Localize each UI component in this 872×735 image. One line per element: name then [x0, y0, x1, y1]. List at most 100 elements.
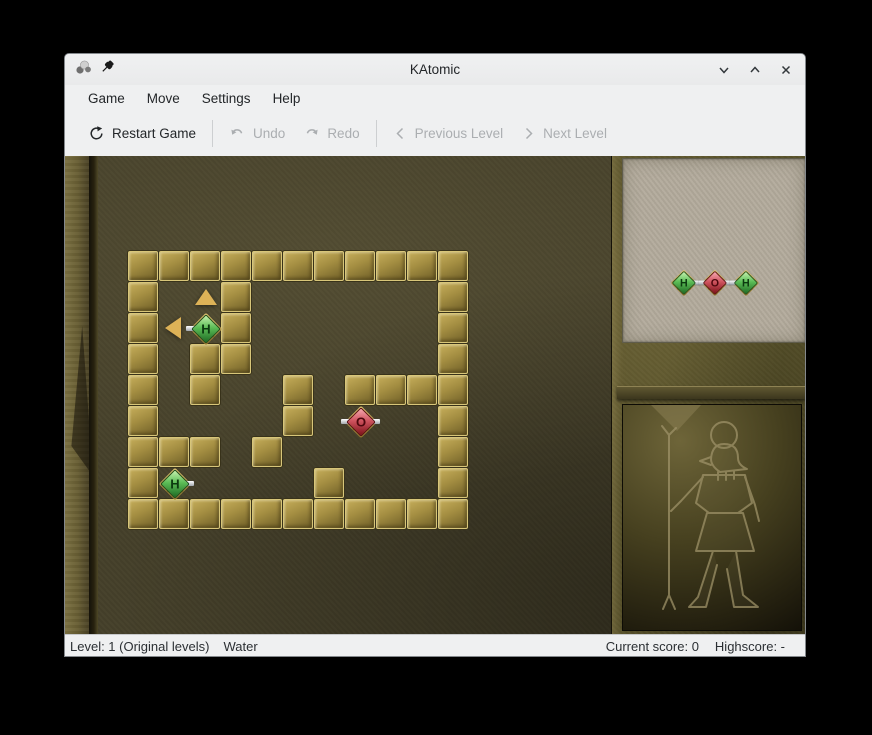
app-molecule-icon — [75, 59, 92, 80]
game-area: H O H — [65, 156, 805, 634]
wall-tile — [159, 251, 189, 281]
wall-tile — [221, 499, 251, 529]
atom-diamond: H — [191, 314, 221, 344]
wall-tile — [438, 437, 468, 467]
board: H O H — [65, 156, 805, 634]
wall-tile — [221, 344, 251, 374]
restart-game-button[interactable]: Restart Game — [79, 119, 205, 148]
wall-tile — [438, 251, 468, 281]
toolbar-separator — [212, 120, 213, 147]
atom-o[interactable]: O — [345, 406, 376, 437]
next-level-button[interactable]: Next Level — [512, 120, 616, 147]
atom-h[interactable]: H — [159, 468, 190, 499]
redo-icon — [303, 125, 320, 142]
wall-tile — [407, 375, 437, 405]
wall-tile — [128, 282, 158, 312]
wall-tile — [438, 406, 468, 436]
previous-level-label: Previous Level — [415, 126, 504, 141]
katomic-window: KAtomic — [64, 53, 806, 657]
wall-tile — [438, 344, 468, 374]
wall-tile — [438, 375, 468, 405]
wall-tile — [407, 251, 437, 281]
window-title: KAtomic — [65, 62, 805, 77]
highscore: Highscore: - — [715, 639, 785, 654]
wall-tile — [252, 499, 282, 529]
undo-button[interactable]: Undo — [220, 119, 294, 148]
wall-tile — [345, 251, 375, 281]
menu-settings[interactable]: Settings — [191, 88, 262, 109]
wall-tile — [128, 468, 158, 498]
restart-icon — [88, 125, 105, 142]
pin-icon[interactable] — [101, 60, 116, 80]
current-score: Current score: 0 — [606, 639, 699, 654]
undo-icon — [229, 125, 246, 142]
wall-tile — [159, 437, 189, 467]
wall-tile — [128, 251, 158, 281]
chevron-left-icon — [393, 126, 408, 141]
menu-game[interactable]: Game — [77, 88, 136, 109]
wall-tile — [438, 313, 468, 343]
wall-tile — [376, 375, 406, 405]
maximize-button[interactable] — [746, 61, 764, 79]
atom-h[interactable]: H — [190, 313, 221, 344]
wall-tile — [190, 499, 220, 529]
arrow-up-icon — [195, 289, 217, 305]
wall-tile — [252, 251, 282, 281]
wall-tile — [345, 375, 375, 405]
wall-tile — [221, 282, 251, 312]
wall-tile — [438, 468, 468, 498]
next-level-label: Next Level — [543, 126, 607, 141]
wall-tile — [376, 251, 406, 281]
wall-tile — [128, 344, 158, 374]
redo-button[interactable]: Redo — [294, 119, 368, 148]
wall-tile — [345, 499, 375, 529]
wall-tile — [128, 313, 158, 343]
wall-tile — [438, 499, 468, 529]
atom-symbol: O — [351, 412, 370, 431]
wall-tile — [376, 499, 406, 529]
wall-tile — [190, 375, 220, 405]
chevron-right-icon — [521, 126, 536, 141]
undo-label: Undo — [253, 126, 285, 141]
menu-help[interactable]: Help — [262, 88, 312, 109]
wall-tile — [407, 499, 437, 529]
restart-label: Restart Game — [112, 126, 196, 141]
previous-level-button[interactable]: Previous Level — [384, 120, 513, 147]
menubar: Game Move Settings Help — [65, 85, 805, 111]
atom-symbol: H — [165, 474, 184, 493]
wall-tile — [128, 375, 158, 405]
wall-tile — [221, 313, 251, 343]
wall-tile — [283, 499, 313, 529]
wall-tile — [438, 282, 468, 312]
atom-diamond: H — [160, 469, 190, 499]
wall-tile — [190, 251, 220, 281]
toolbar: Restart Game Undo Redo — [65, 111, 805, 156]
titlebar[interactable]: KAtomic — [65, 54, 805, 85]
toolbar-separator — [376, 120, 377, 147]
wall-tile — [128, 437, 158, 467]
atom-diamond: O — [346, 407, 376, 437]
desktop-background: { "titlebar": { "title": "KAtomic", "ico… — [0, 0, 872, 735]
wall-tile — [252, 437, 282, 467]
wall-tile — [221, 251, 251, 281]
wall-tile — [283, 251, 313, 281]
atom-symbol: H — [196, 319, 215, 338]
wall-tile — [283, 406, 313, 436]
close-button[interactable] — [777, 61, 795, 79]
wall-tile — [314, 251, 344, 281]
molecule-name: Water — [223, 639, 257, 654]
wall-tile — [283, 375, 313, 405]
wall-tile — [190, 437, 220, 467]
wall-tile — [314, 468, 344, 498]
wall-tile — [128, 406, 158, 436]
arrow-left-icon — [165, 317, 181, 339]
wall-tile — [190, 344, 220, 374]
statusbar: Level: 1 (Original levels) Water Current… — [65, 634, 805, 657]
minimize-button[interactable] — [715, 61, 733, 79]
wall-tile — [159, 499, 189, 529]
move-arrow-up[interactable] — [190, 282, 221, 313]
level-indicator: Level: 1 (Original levels) — [70, 639, 209, 654]
wall-tile — [314, 499, 344, 529]
menu-move[interactable]: Move — [136, 88, 191, 109]
redo-label: Redo — [327, 126, 359, 141]
